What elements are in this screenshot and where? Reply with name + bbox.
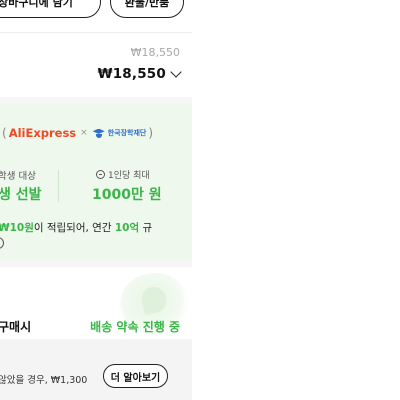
target-value: 생 선발: [0, 187, 42, 203]
aliexpress-logo: AliExpress: [8, 126, 77, 140]
target-label: 학생 대상: [0, 171, 36, 182]
promo-logos: ( AliExpress × 한국장학재단 ): [0, 126, 155, 140]
learn-more-button[interactable]: 더 알아보기: [103, 364, 168, 388]
chevron-down-icon[interactable]: [170, 66, 182, 78]
delivery-promise-status: 배송 약속 진행 중: [90, 320, 180, 334]
desc-middle: 이 적립되어, 연간: [33, 222, 115, 234]
guarantee-text: 않았을 경우, ₩1,300: [0, 375, 88, 386]
add-to-cart-button[interactable]: 장바구니에 담기: [0, 0, 101, 18]
desc-suffix: 규: [139, 222, 153, 234]
graduation-cap-icon: [92, 128, 106, 139]
stat-divider: [58, 170, 59, 202]
max-label: 1인당 최대: [108, 171, 150, 181]
desc-total: 10억: [114, 222, 140, 234]
delivery-promise-section: 구매시 배송 약속 진행 중: [0, 267, 192, 339]
max-label-row: 1인당 최대: [96, 168, 150, 181]
top-action-bar: 장바구니에 담기 환불/반품: [0, 0, 192, 26]
paren-open: (: [2, 126, 7, 140]
promo-description: ₩10원이 적립되어, 연간 10억 규: [0, 220, 152, 235]
section-gap: [0, 260, 192, 267]
kosaf-logo: 한국장학재단: [107, 129, 147, 137]
section-gap: [0, 97, 192, 104]
product-detail-panel: 장바구니에 담기 환불/반품 ₩18,550 ₩18,550 ( AliExpr…: [0, 0, 192, 400]
coin-icon: [96, 170, 105, 179]
info-circle-icon[interactable]: [0, 237, 4, 249]
scholarship-promo-banner[interactable]: ( AliExpress × 한국장학재단 ) 학생 대상 생 선발 1인당 최…: [0, 104, 192, 260]
divider: [0, 32, 192, 33]
delivery-guarantee-box: 않았을 경우, ₩1,300 더 알아보기: [0, 339, 192, 400]
times-symbol: ×: [80, 128, 88, 138]
desc-amount: ₩10원: [0, 222, 34, 234]
max-value: 1000만 원: [92, 187, 162, 203]
final-price-row[interactable]: ₩18,550: [97, 66, 182, 82]
delivery-purchase-text: 구매시: [0, 320, 32, 334]
original-price: ₩18,550: [130, 46, 180, 59]
paren-close: ): [148, 126, 154, 140]
final-price: ₩18,550: [97, 66, 166, 82]
refund-return-button[interactable]: 환불/반품: [110, 0, 184, 18]
